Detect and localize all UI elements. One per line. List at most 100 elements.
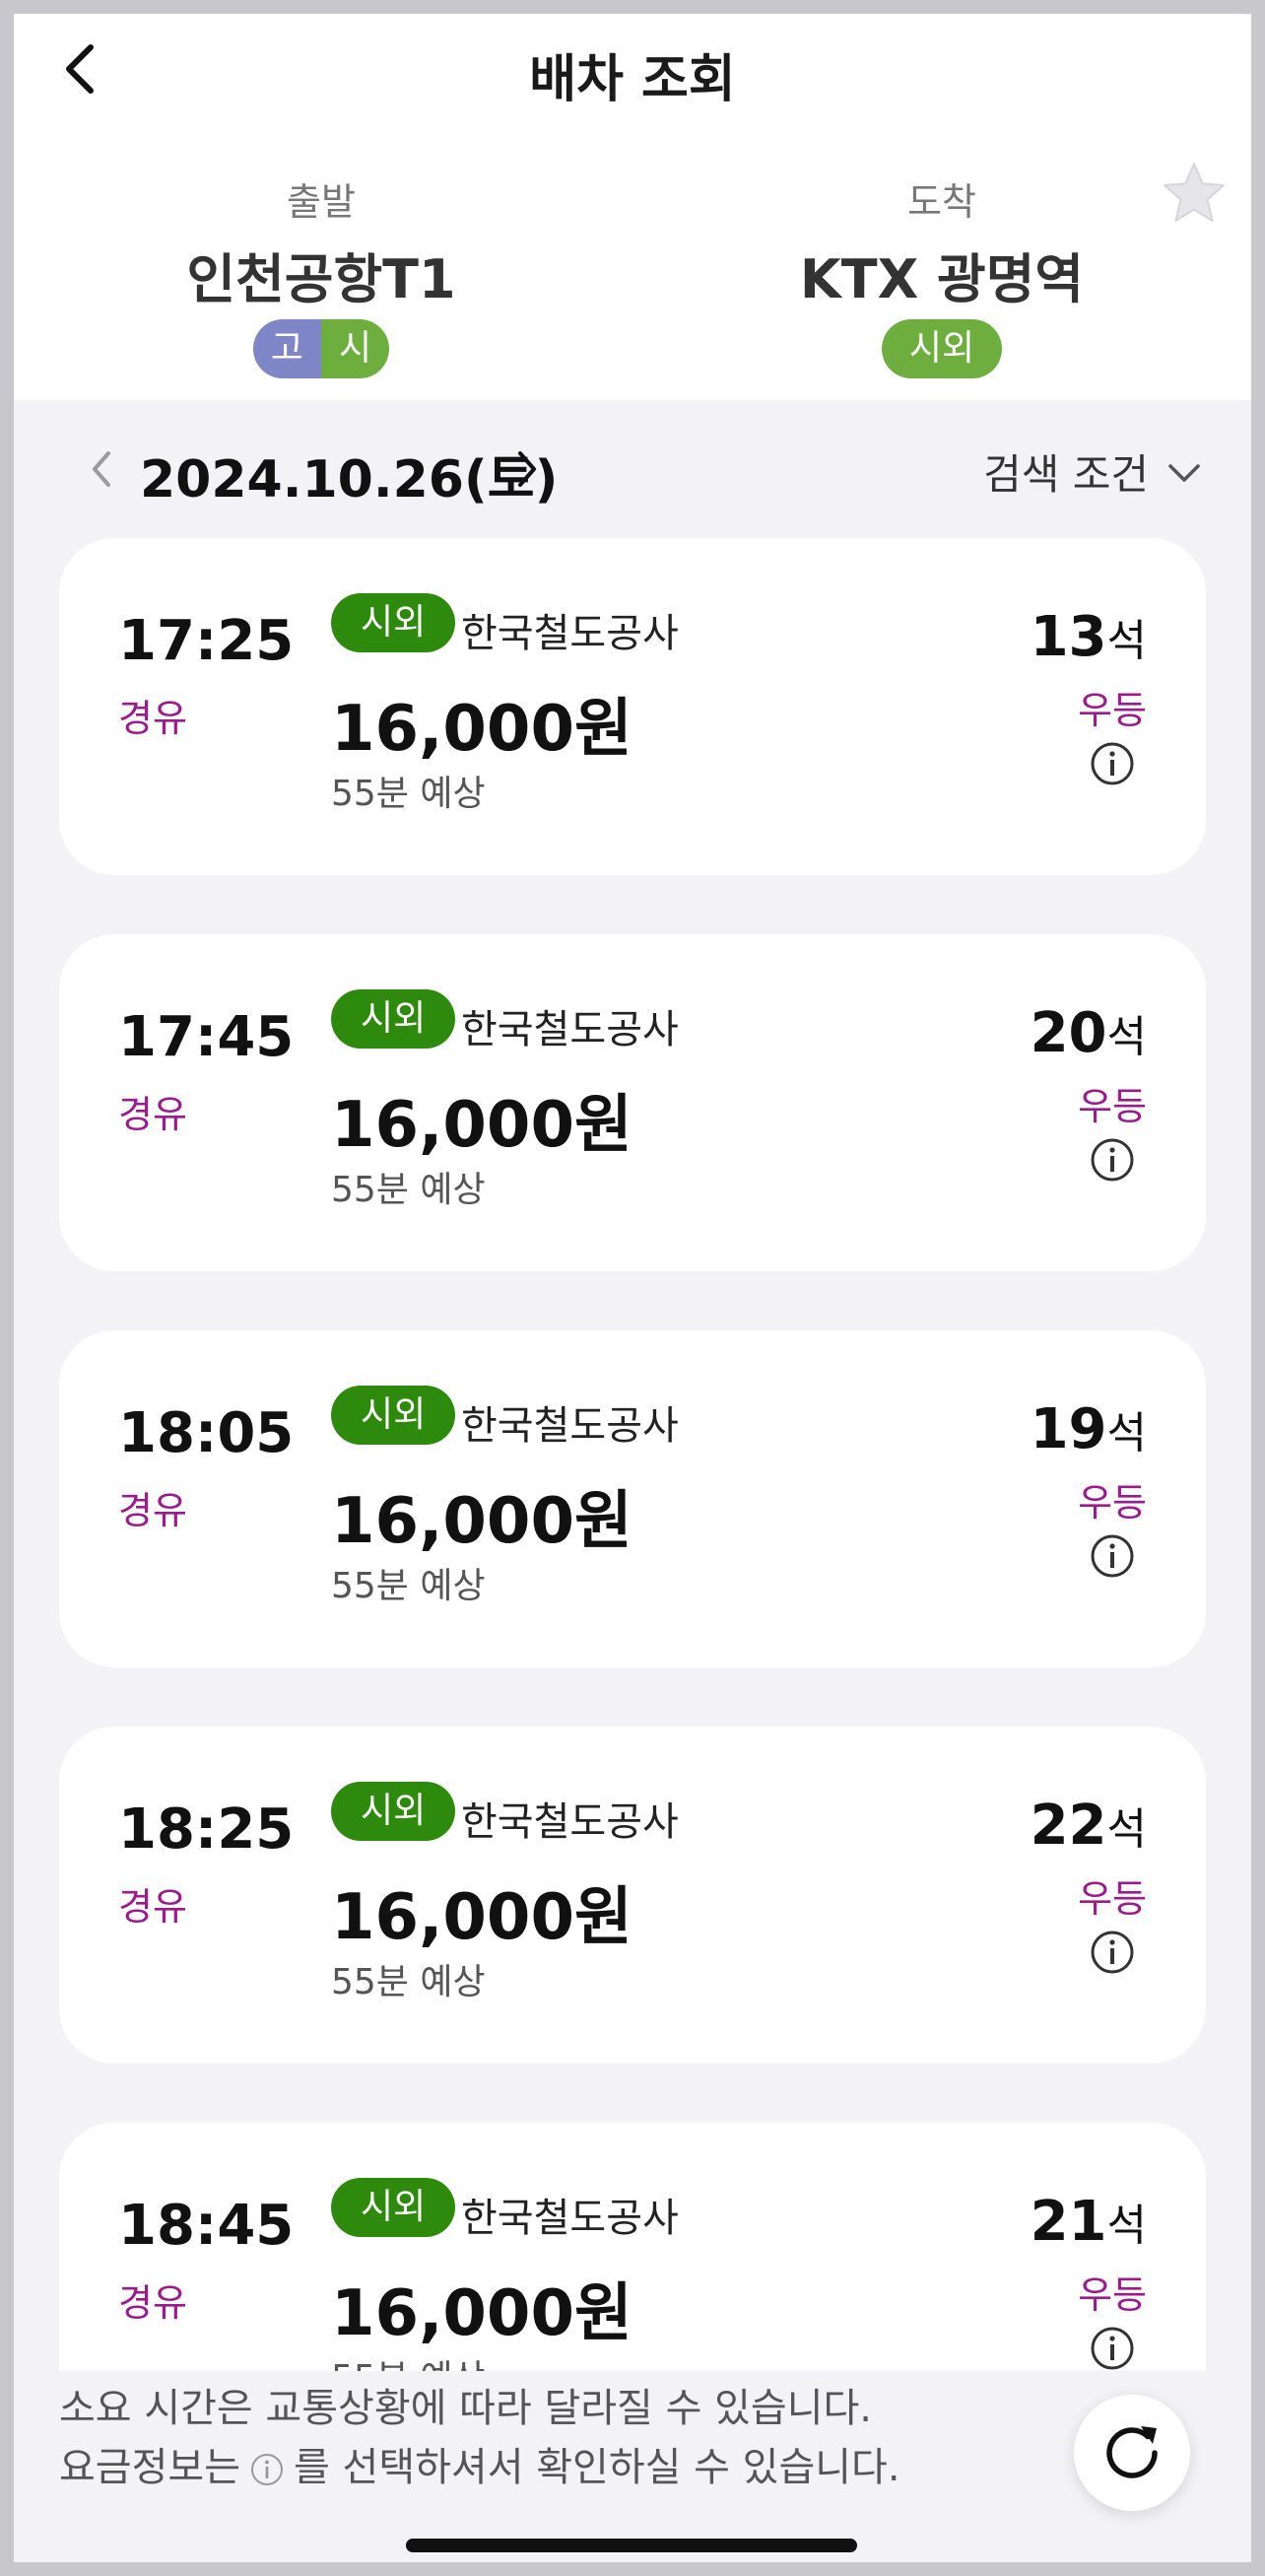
bus-grade: 우등: [1078, 1085, 1147, 1128]
seat-count: 22석: [1031, 1794, 1147, 1858]
bus-type-badge: 시외: [331, 989, 456, 1049]
seat-number: 21: [1030, 2190, 1107, 2254]
info-circle-icon: [251, 2454, 283, 2485]
seat-number: 22: [1030, 1794, 1107, 1858]
star-icon: [1164, 163, 1225, 222]
fare: 16,000원: [331, 1089, 632, 1162]
operator-name: 한국철도공사: [461, 1007, 679, 1052]
seat-number: 13: [1030, 605, 1107, 669]
refresh-icon: [1106, 2426, 1158, 2478]
chevron-down-icon: [1168, 463, 1200, 482]
schedule-card[interactable]: 18:25 경유 시외 한국철도공사 16,000원 55분 예상 22석 우등: [59, 1727, 1206, 2064]
schedule-card[interactable]: 18:05 경유 시외 한국철도공사 16,000원 55분 예상 19석 우등: [59, 1330, 1206, 1667]
prev-date-button[interactable]: [75, 441, 130, 497]
express-tag: 고: [252, 319, 321, 378]
operator-name: 한국철도공사: [461, 611, 679, 656]
schedule-list[interactable]: 17:25 경유 시외 한국철도공사 16,000원 55분 예상 13석 우등…: [14, 538, 1251, 2371]
seat-number: 19: [1030, 1397, 1107, 1461]
bus-type-badge: 시외: [331, 2178, 456, 2237]
via-label: 경유: [118, 697, 187, 740]
bus-type-badge: 시외: [331, 593, 456, 652]
date-bar: 2024.10.26(토) 검색 조건: [14, 400, 1251, 538]
via-label: 경유: [118, 1093, 187, 1136]
info-circle-icon: [1091, 1534, 1134, 1578]
bottom-notice-bar: 소요 시간은 교통상황에 따라 달라질 수 있습니다. 요금정보는 를 선택하셔서…: [14, 2371, 1251, 2562]
departure-time: 18:05: [118, 1401, 295, 1465]
refresh-button[interactable]: [1074, 2395, 1190, 2511]
departure-time: 18:25: [118, 1797, 295, 1862]
intercity-tag: 시: [321, 319, 390, 378]
seat-count: 21석: [1031, 2190, 1147, 2254]
search-filter-button[interactable]: 검색 조건: [983, 441, 1206, 502]
app-screen: 배차 조회 출발 인천공항T1 고시 도착 KTX 광명역 시외 2024.10…: [14, 14, 1251, 2562]
favorite-button[interactable]: [1159, 158, 1230, 229]
seat-count: 13석: [1031, 605, 1147, 669]
fare: 16,000원: [331, 1881, 632, 1954]
duration: 55분 예상: [331, 1962, 486, 2002]
notice-line-2: 요금정보는 를 선택하셔서 확인하실 수 있습니다.: [59, 2438, 900, 2497]
schedule-card[interactable]: 17:45 경유 시외 한국철도공사 16,000원 55분 예상 20석 우등: [59, 934, 1206, 1271]
operator-name: 한국철도공사: [461, 2196, 679, 2241]
info-circle-icon: [1091, 742, 1134, 785]
departure-time: 17:25: [118, 609, 295, 673]
chevron-right-icon: [518, 451, 536, 487]
info-circle-icon: [1091, 2327, 1134, 2370]
departure-name: 인천공항T1: [186, 248, 456, 310]
seat-unit: 석: [1106, 1408, 1147, 1458]
chevron-left-icon: [93, 451, 110, 487]
arrival-name: KTX 광명역: [799, 248, 1085, 310]
route-summary: 출발 인천공항T1 고시 도착 KTX 광명역 시외: [14, 124, 1251, 400]
operator-name: 한국철도공사: [461, 1403, 679, 1449]
duration: 55분 예상: [331, 1170, 486, 1210]
seat-unit: 석: [1106, 1012, 1147, 1062]
info-circle-icon: [1091, 1138, 1134, 1182]
home-indicator: [406, 2539, 857, 2552]
fare: 16,000원: [331, 1485, 632, 1558]
bus-type-badge: 시외: [331, 1386, 456, 1445]
duration: 55분 예상: [331, 2349, 486, 2371]
bus-type-badge: 시외: [331, 1782, 456, 1841]
bus-grade: 우등: [1078, 1877, 1147, 1921]
notice-line-2-start: 요금정보는: [59, 2445, 240, 2490]
departure-stop: 출발 인천공항T1 고시: [114, 171, 528, 378]
fare: 16,000원: [331, 2277, 632, 2350]
via-label: 경유: [118, 2281, 187, 2325]
seat-count: 20석: [1031, 1001, 1147, 1065]
intercity-tag: 시외: [881, 319, 1003, 378]
next-date-button[interactable]: [499, 441, 554, 497]
fare-info-button[interactable]: [1088, 1135, 1137, 1185]
duration: 55분 예상: [331, 1566, 486, 1606]
page-title: 배차 조회: [529, 50, 736, 109]
bus-grade: 우등: [1078, 1481, 1147, 1525]
fare-info-button[interactable]: [1088, 1531, 1137, 1581]
seat-unit: 석: [1106, 1804, 1147, 1855]
selected-date[interactable]: 2024.10.26(토): [140, 438, 558, 511]
info-circle-icon: [1091, 1931, 1134, 1974]
schedule-card[interactable]: 17:25 경유 시외 한국철도공사 16,000원 55분 예상 13석 우등: [59, 538, 1206, 875]
departure-time: 17:45: [118, 1005, 295, 1069]
departure-label: 출발: [287, 180, 356, 224]
top-bar: 배차 조회: [14, 14, 1251, 124]
duration: 55분 예상: [331, 774, 486, 814]
departure-time: 18:45: [118, 2194, 295, 2258]
search-filter-label: 검색 조건: [983, 450, 1149, 499]
seat-unit: 석: [1106, 616, 1147, 666]
seat-count: 19석: [1031, 1397, 1147, 1461]
arrival-stop: 도착 KTX 광명역 시외: [735, 171, 1149, 378]
via-label: 경유: [118, 1489, 187, 1532]
notice-line-1: 소요 시간은 교통상황에 따라 달라질 수 있습니다.: [59, 2386, 873, 2431]
seat-unit: 석: [1106, 2201, 1147, 2251]
bus-grade: 우등: [1078, 689, 1147, 732]
notice-line-2-end: 를 선택하셔서 확인하실 수 있습니다.: [294, 2445, 900, 2490]
via-label: 경유: [118, 1885, 187, 1929]
operator-name: 한국철도공사: [461, 1799, 679, 1845]
fare: 16,000원: [331, 693, 632, 766]
seat-number: 20: [1030, 1001, 1107, 1065]
arrival-label: 도착: [907, 180, 976, 224]
schedule-card[interactable]: 18:45 경유 시외 한국철도공사 16,000원 55분 예상 21석 우등: [59, 2123, 1206, 2371]
fare-info-button[interactable]: [1088, 2324, 1137, 2371]
notice-text: 소요 시간은 교통상황에 따라 달라질 수 있습니다. 요금정보는 를 선택하셔서…: [59, 2379, 900, 2497]
bus-grade: 우등: [1078, 2273, 1147, 2317]
fare-info-button[interactable]: [1088, 739, 1137, 788]
fare-info-button[interactable]: [1088, 1928, 1137, 1977]
